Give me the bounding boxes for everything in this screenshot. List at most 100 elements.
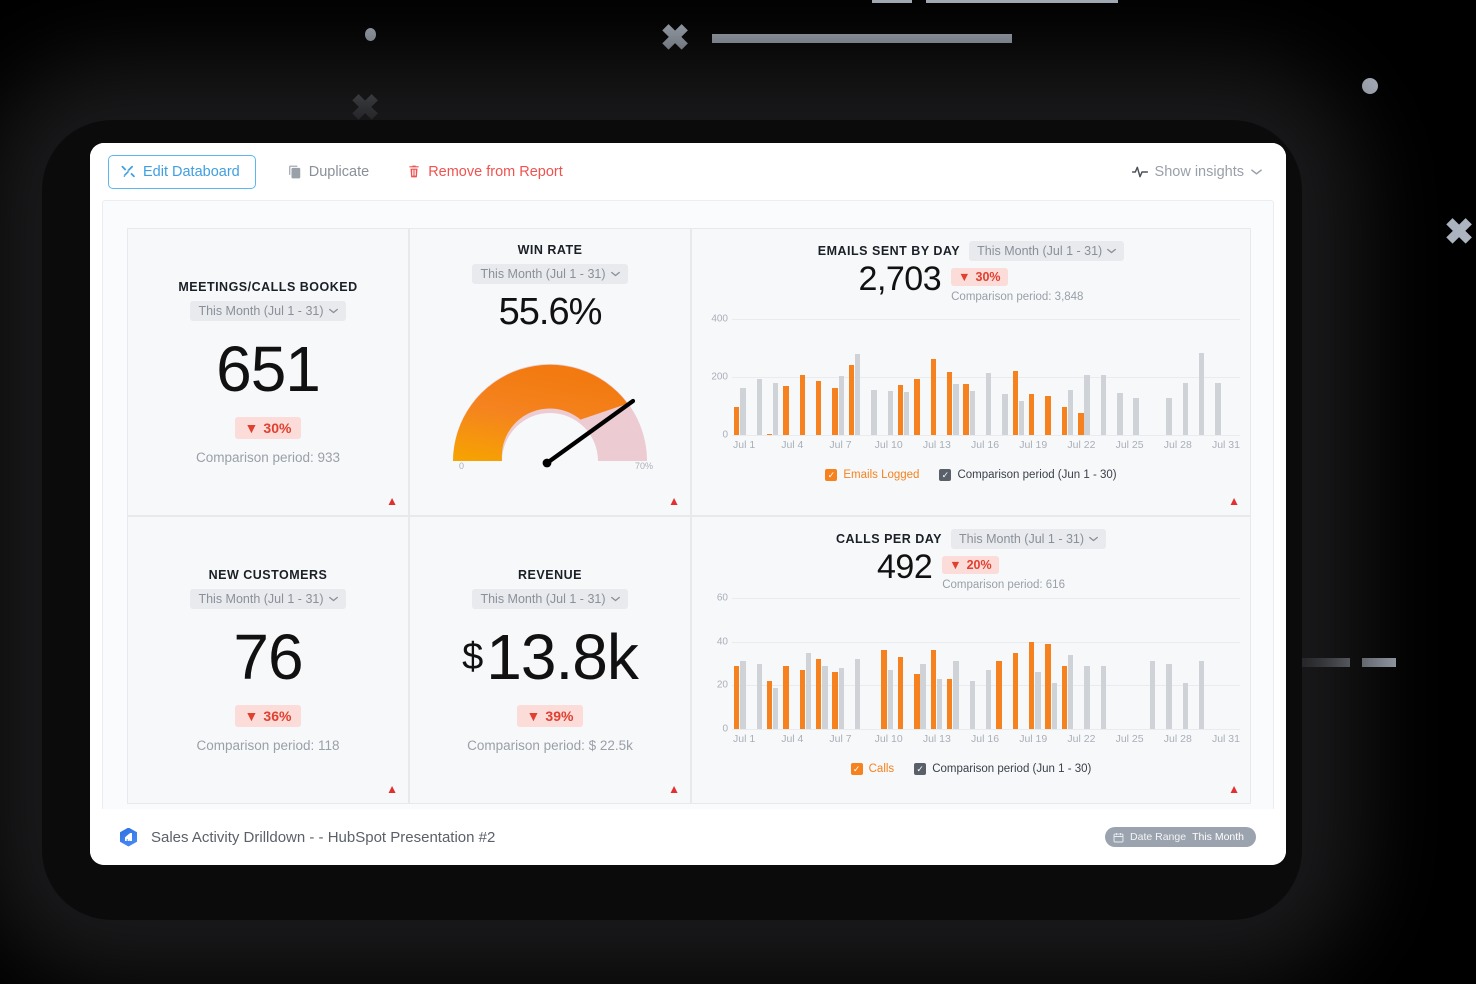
- remove-from-report-button[interactable]: Remove from Report: [397, 156, 573, 188]
- bar[interactable]: [931, 650, 936, 729]
- bar[interactable]: [1199, 661, 1204, 729]
- legend-checkbox[interactable]: ✓: [825, 469, 837, 481]
- bar[interactable]: [1052, 683, 1057, 729]
- show-insights-button[interactable]: Show insights: [1132, 164, 1268, 180]
- date-filter-dropdown[interactable]: This Month (Jul 1 - 31): [190, 589, 345, 609]
- bar[interactable]: [898, 657, 903, 729]
- bar[interactable]: [953, 384, 958, 435]
- bar[interactable]: [806, 653, 811, 729]
- bar[interactable]: [1068, 390, 1073, 435]
- bar[interactable]: [986, 373, 991, 435]
- bar[interactable]: [970, 391, 975, 436]
- bar[interactable]: [734, 666, 739, 729]
- warning-icon[interactable]: ▲: [386, 783, 398, 795]
- bar[interactable]: [1150, 661, 1155, 729]
- bar[interactable]: [1101, 375, 1106, 435]
- bar[interactable]: [783, 386, 788, 435]
- bar[interactable]: [1045, 644, 1050, 729]
- bar[interactable]: [1019, 401, 1024, 435]
- date-filter-dropdown[interactable]: This Month (Jul 1 - 31): [951, 529, 1106, 549]
- bar[interactable]: [1084, 375, 1089, 435]
- bar[interactable]: [1029, 394, 1034, 435]
- bar[interactable]: [898, 385, 903, 435]
- bar[interactable]: [963, 384, 968, 435]
- bar[interactable]: [783, 666, 788, 729]
- bar[interactable]: [953, 661, 958, 729]
- date-filter-dropdown[interactable]: This Month (Jul 1 - 31): [472, 264, 627, 284]
- bar[interactable]: [986, 670, 991, 729]
- warning-icon[interactable]: ▲: [668, 495, 680, 507]
- bar[interactable]: [996, 661, 1001, 729]
- bar[interactable]: [881, 650, 886, 729]
- bar[interactable]: [849, 365, 854, 435]
- warning-icon[interactable]: ▲: [1228, 783, 1240, 795]
- bar[interactable]: [871, 390, 876, 435]
- bar[interactable]: [1062, 407, 1067, 435]
- bar[interactable]: [816, 659, 821, 729]
- bar[interactable]: [855, 354, 860, 435]
- bar[interactable]: [888, 391, 893, 435]
- legend-item[interactable]: ✓Calls: [851, 763, 895, 775]
- bar[interactable]: [767, 681, 772, 729]
- bar[interactable]: [1029, 642, 1034, 729]
- warning-icon[interactable]: ▲: [668, 783, 680, 795]
- bar[interactable]: [757, 664, 762, 729]
- date-filter-dropdown[interactable]: This Month (Jul 1 - 31): [190, 301, 345, 321]
- bar[interactable]: [757, 379, 762, 435]
- bar[interactable]: [1215, 383, 1220, 435]
- bar[interactable]: [1068, 655, 1073, 729]
- bar[interactable]: [1045, 396, 1050, 435]
- bar[interactable]: [1084, 666, 1089, 729]
- bar[interactable]: [1133, 398, 1138, 435]
- bar[interactable]: [740, 388, 745, 435]
- tile-new-customers[interactable]: NEW CUSTOMERS This Month (Jul 1 - 31) 76…: [127, 516, 409, 804]
- legend-checkbox[interactable]: ✓: [851, 763, 863, 775]
- legend-checkbox[interactable]: ✓: [914, 763, 926, 775]
- legend-item[interactable]: ✓Comparison period (Jun 1 - 30): [939, 469, 1116, 481]
- bar[interactable]: [937, 679, 942, 729]
- tile-meetings-calls-booked[interactable]: MEETINGS/CALLS BOOKED This Month (Jul 1 …: [127, 228, 409, 516]
- bar[interactable]: [839, 668, 844, 729]
- bar[interactable]: [773, 383, 778, 435]
- bar[interactable]: [947, 679, 952, 729]
- bar[interactable]: [888, 670, 893, 729]
- bar[interactable]: [1166, 398, 1171, 435]
- bar[interactable]: [734, 407, 739, 435]
- bar[interactable]: [740, 661, 745, 729]
- edit-databoard-button[interactable]: Edit Databoard: [108, 155, 256, 189]
- bar[interactable]: [773, 688, 778, 729]
- bar[interactable]: [914, 379, 919, 435]
- bar[interactable]: [822, 666, 827, 729]
- bar[interactable]: [1101, 666, 1106, 729]
- bar[interactable]: [1013, 371, 1018, 435]
- bar[interactable]: [800, 670, 805, 729]
- bar[interactable]: [1183, 383, 1188, 435]
- duplicate-button[interactable]: Duplicate: [278, 156, 379, 188]
- bar[interactable]: [1117, 393, 1122, 435]
- date-filter-dropdown[interactable]: This Month (Jul 1 - 31): [472, 589, 627, 609]
- bar[interactable]: [832, 672, 837, 729]
- bar[interactable]: [931, 359, 936, 436]
- bar[interactable]: [970, 681, 975, 729]
- bar[interactable]: [832, 388, 837, 435]
- legend-item[interactable]: ✓Comparison period (Jun 1 - 30): [914, 763, 1091, 775]
- tile-revenue[interactable]: REVENUE This Month (Jul 1 - 31) $13.8k ▼: [409, 516, 691, 804]
- bar[interactable]: [1183, 683, 1188, 729]
- tile-calls-per-day[interactable]: CALLS PER DAY This Month (Jul 1 - 31) 49…: [691, 516, 1251, 804]
- bar[interactable]: [800, 375, 805, 435]
- bar[interactable]: [1062, 666, 1067, 729]
- bar[interactable]: [1078, 413, 1083, 435]
- bar[interactable]: [1035, 672, 1040, 729]
- bar[interactable]: [839, 376, 844, 435]
- bar[interactable]: [914, 674, 919, 729]
- bar[interactable]: [767, 434, 772, 435]
- bar[interactable]: [1013, 653, 1018, 729]
- date-filter-dropdown[interactable]: This Month (Jul 1 - 31): [969, 241, 1124, 261]
- bar[interactable]: [1002, 394, 1007, 435]
- bar[interactable]: [920, 664, 925, 729]
- legend-item[interactable]: ✓Emails Logged: [825, 469, 919, 481]
- legend-checkbox[interactable]: ✓: [939, 469, 951, 481]
- bar[interactable]: [1166, 664, 1171, 729]
- warning-icon[interactable]: ▲: [386, 495, 398, 507]
- tile-win-rate[interactable]: WIN RATE This Month (Jul 1 - 31) 55.6%: [409, 228, 691, 516]
